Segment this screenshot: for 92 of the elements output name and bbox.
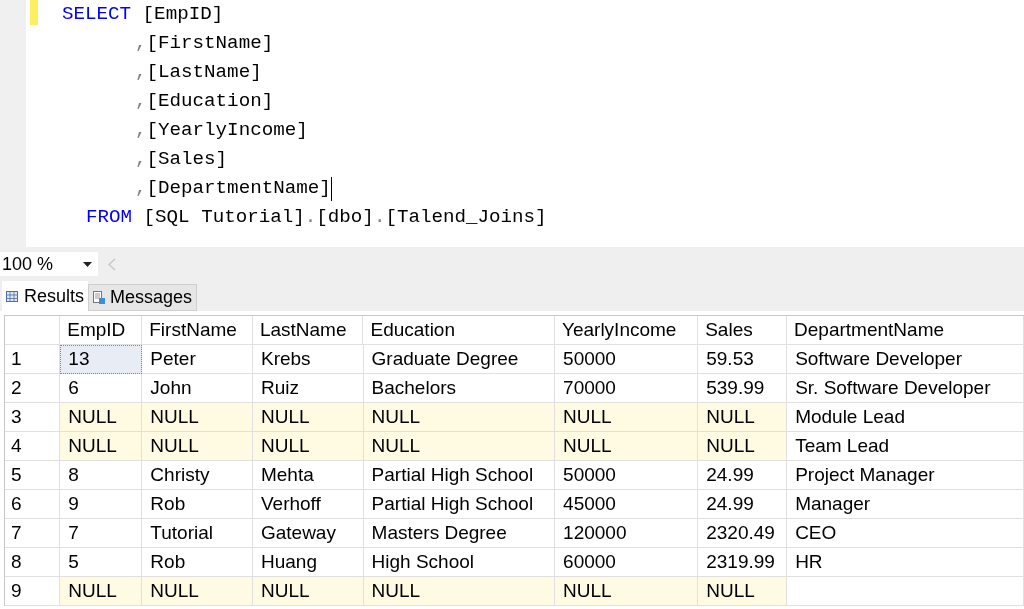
table-cell: Krebs <box>252 345 364 374</box>
table-cell: Manager <box>787 490 1024 519</box>
scroll-left-icon[interactable] <box>108 257 116 271</box>
table-cell: Partial High School <box>363 461 556 490</box>
sql-identifier: [Education] <box>146 89 274 114</box>
caret-icon <box>83 261 92 267</box>
sql-punctuation: . <box>373 205 386 230</box>
table-cell: NULL <box>252 577 364 606</box>
table-cell: 9 <box>60 490 143 519</box>
table-cell: 539.99 <box>698 374 788 403</box>
table-cell: 2320.49 <box>698 519 788 548</box>
table-cell: Verhoff <box>252 490 364 519</box>
sql-identifier: [dbo] <box>316 205 374 230</box>
text-cursor <box>330 176 333 201</box>
table-cell: Gateway <box>252 519 364 548</box>
table-cell: NULL <box>60 577 143 606</box>
result-tab[interactable]: Results <box>2 281 89 311</box>
table-cell: Module Lead <box>787 403 1024 432</box>
sql-identifier: [DepartmentName] <box>146 176 331 201</box>
table-cell: 6 <box>60 374 143 403</box>
table-cell: 70000 <box>555 374 699 403</box>
sql-keyword: SELECT <box>62 2 132 27</box>
sql-punctuation: , <box>135 118 147 143</box>
sql-identifier: [EmpID] <box>141 2 224 27</box>
table-cell: Rob <box>142 490 253 519</box>
table-cell: 5 <box>60 548 143 577</box>
table-cell: 24.99 <box>698 461 788 490</box>
table-cell: John <box>142 374 253 403</box>
table-cell: 50000 <box>555 345 699 374</box>
table-cell: 7 <box>60 519 143 548</box>
table-cell: NULL <box>252 403 364 432</box>
table-cell: 120000 <box>555 519 699 548</box>
sql-identifier: [LastName] <box>146 60 262 85</box>
table-cell: Peter <box>142 345 253 374</box>
table-cell: Rob <box>142 548 253 577</box>
table-cell: Team Lead <box>787 432 1024 461</box>
table-cell: Masters Degree <box>363 519 556 548</box>
corner-header <box>5 316 61 345</box>
zoom-dropdown[interactable]: 100 % <box>0 252 98 276</box>
table-cell: NULL <box>698 432 788 461</box>
table-cell: Partial High School <box>363 490 556 519</box>
sql-punctuation: , <box>135 89 147 114</box>
sql-punctuation: , <box>135 147 147 172</box>
sql-punctuation: . <box>304 205 317 230</box>
table-cell: Sr. Software Developer <box>787 374 1024 403</box>
table-cell: Tutorial <box>142 519 253 548</box>
sql-punctuation: , <box>135 176 147 201</box>
table-cell: NULL <box>142 432 253 461</box>
sql-identifier: [YearlyIncome] <box>146 118 308 143</box>
table-cell: High School <box>363 548 556 577</box>
table-cell: Project Manager <box>787 461 1024 490</box>
table-cell: 24.99 <box>698 490 788 519</box>
table-cell: NULL <box>252 432 364 461</box>
table-cell: NULL <box>555 432 699 461</box>
table-cell: 60000 <box>555 548 699 577</box>
table-cell: NULL <box>142 577 253 606</box>
sql-punctuation: , <box>135 60 147 85</box>
table-cell: CEO <box>787 519 1024 548</box>
table-cell: NULL <box>698 577 788 606</box>
table-cell: NULL <box>363 432 556 461</box>
sql-identifier: [FirstName] <box>146 31 274 56</box>
table-cell: HR <box>787 548 1024 577</box>
sql-identifier: [Sales] <box>146 147 228 172</box>
document-icon <box>93 290 107 305</box>
sql-identifier: [SQL Tutorial] <box>142 205 305 230</box>
table-cell: NULL <box>60 432 143 461</box>
table-cell: 13 <box>60 345 143 374</box>
table-cell: 59.53 <box>698 345 788 374</box>
result-tab[interactable]: Messages <box>88 284 198 311</box>
table-cell: Mehta <box>252 461 364 490</box>
table-cell: Software Developer <box>787 345 1024 374</box>
table-cell: NULL <box>555 403 699 432</box>
table-cell: 45000 <box>555 490 699 519</box>
table-cell: NULL <box>363 577 556 606</box>
table-cell: Huang <box>252 548 364 577</box>
table-cell: Ruiz <box>252 374 364 403</box>
table-cell: 50000 <box>555 461 699 490</box>
table-cell: NULL <box>60 403 143 432</box>
table-cell: Christy <box>142 461 253 490</box>
table-cell: 2319.99 <box>698 548 788 577</box>
grid-icon <box>6 290 18 302</box>
change-marker <box>30 0 38 25</box>
sql-punctuation: , <box>135 31 147 56</box>
sql-keyword: FROM <box>86 205 133 230</box>
table-cell: Graduate Degree <box>363 345 556 374</box>
table-cell: Bachelors <box>363 374 556 403</box>
sql-identifier: [Talend_Joins] <box>385 205 547 230</box>
table-cell: NULL <box>555 577 699 606</box>
table-cell: NULL <box>363 403 556 432</box>
table-cell: NULL <box>698 403 788 432</box>
table-cell: NULL <box>142 403 253 432</box>
table-cell: 8 <box>60 461 143 490</box>
